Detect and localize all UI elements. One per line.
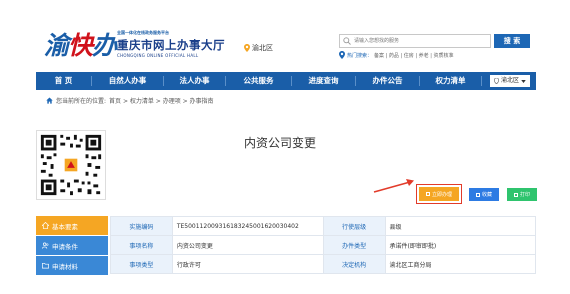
table-key: 事项名称 xyxy=(110,235,173,255)
breadcrumb: 您当前所在的位置: 首页 > 权力清单 > 办理项 > 办事指南 xyxy=(46,96,214,105)
side-item-basic-elements[interactable]: 基本要素 xyxy=(36,216,108,235)
breadcrumb-path[interactable]: 首页 > 权力清单 > 办理项 > 办事指南 xyxy=(109,96,214,105)
side-menu: 基本要素 申请条件 申请材料 xyxy=(36,216,108,276)
home-icon xyxy=(42,222,49,229)
table-key: 办件类型 xyxy=(322,235,386,255)
table-key: 实施编码 xyxy=(110,216,173,236)
item-info-table: 实施编码 TE500112009316183245001620030402 行使… xyxy=(110,216,537,274)
table-key: 决定机构 xyxy=(322,254,386,274)
hot-search-label: 热门搜索： xyxy=(347,52,373,59)
home-icon xyxy=(46,97,53,104)
caret-down-icon xyxy=(521,79,526,83)
favorite-label: 收藏 xyxy=(481,192,492,198)
nav-item-home[interactable]: 首 页 xyxy=(36,76,92,86)
print-label: 打印 xyxy=(519,192,530,198)
nav-item-public-service[interactable]: 公共服务 xyxy=(226,76,292,86)
nav-item-corporate[interactable]: 法人办事 xyxy=(164,76,226,86)
table-value: 内资公司变更 xyxy=(171,235,324,255)
table-value: 行政许可 xyxy=(171,254,324,274)
region-label: 渝北区 xyxy=(252,44,273,52)
table-value: 县级 xyxy=(384,216,537,236)
table-value: 承诺件(即审即批) xyxy=(384,235,537,255)
favorite-button[interactable]: 收藏 xyxy=(469,188,499,201)
favorite-icon xyxy=(475,192,480,197)
side-item-label: 申请材料 xyxy=(52,262,78,271)
folder-icon xyxy=(42,262,49,269)
search-input[interactable] xyxy=(354,36,484,46)
side-item-label: 基本要素 xyxy=(52,222,78,231)
nav-item-announcements[interactable]: 办件公告 xyxy=(356,76,420,86)
nav-item-progress[interactable]: 进度查询 xyxy=(292,76,356,86)
users-icon xyxy=(42,242,49,249)
region-selector[interactable]: 渝北区 xyxy=(244,43,273,53)
page-title: 内资公司变更 xyxy=(243,136,316,150)
site-header: 渝快办 全国一体化在线政务服务平台 重庆市网上办事大厅 CHONGQING ON… xyxy=(0,0,570,70)
nav-region-label: 渝北区 xyxy=(500,77,519,84)
table-row: 实施编码 TE500112009316183245001620030402 行使… xyxy=(110,216,537,236)
apply-icon xyxy=(425,192,430,196)
search-box xyxy=(339,34,491,48)
hot-search-links[interactable]: 备案 | 药品 | 住房 | 养老 | 资质核准 xyxy=(374,52,453,59)
site-title-en: CHONGQING ONLINE OFFICIAL HALL xyxy=(117,53,199,58)
search-icon xyxy=(343,37,351,45)
qr-code-image xyxy=(36,130,106,200)
print-button[interactable]: 打印 xyxy=(507,188,537,201)
main-nav: 首 页 自然人办事 法人办事 公共服务 进度查询 办件公告 权力清单 渝北区 xyxy=(36,72,536,90)
nav-region-dropdown[interactable]: 渝北区 xyxy=(489,75,530,87)
search-button[interactable]: 搜 索 xyxy=(494,34,530,48)
site-title[interactable]: 重庆市网上办事大厅 xyxy=(117,37,225,53)
nav-item-personal[interactable]: 自然人办事 xyxy=(92,76,164,86)
logo-subtitle: 全国一体化在线政务服务平台 xyxy=(117,30,169,35)
location-pin-icon xyxy=(244,44,250,52)
table-value: 渝北区工商分局 xyxy=(384,254,537,274)
table-row: 事项名称 内资公司变更 办件类型 承诺件(即审即批) xyxy=(110,235,537,255)
pointer-arrow-icon xyxy=(373,179,414,193)
side-item-materials[interactable]: 申请材料 xyxy=(36,256,108,275)
apply-now-button[interactable]: 立即办理 xyxy=(416,184,462,204)
logo-mark[interactable]: 渝快办 xyxy=(44,26,117,62)
side-item-conditions[interactable]: 申请条件 xyxy=(36,236,108,255)
table-value: TE500112009316183245001620030402 xyxy=(171,216,324,236)
table-row: 事项类型 行政许可 决定机构 渝北区工商分局 xyxy=(110,254,537,274)
location-pin-icon xyxy=(339,51,345,59)
apply-now-inner: 立即办理 xyxy=(419,187,459,201)
table-key: 行使层级 xyxy=(322,216,386,236)
location-pin-icon xyxy=(493,78,499,84)
breadcrumb-prefix: 您当前所在的位置: xyxy=(56,98,107,105)
apply-now-label: 立即办理 xyxy=(431,191,452,198)
nav-item-power-list[interactable]: 权力清单 xyxy=(420,76,482,86)
print-icon xyxy=(513,192,518,197)
table-key: 事项类型 xyxy=(110,254,173,274)
hot-searches: 热门搜索： 备案 | 药品 | 住房 | 养老 | 资质核准 xyxy=(339,51,453,59)
side-item-label: 申请条件 xyxy=(52,242,78,251)
